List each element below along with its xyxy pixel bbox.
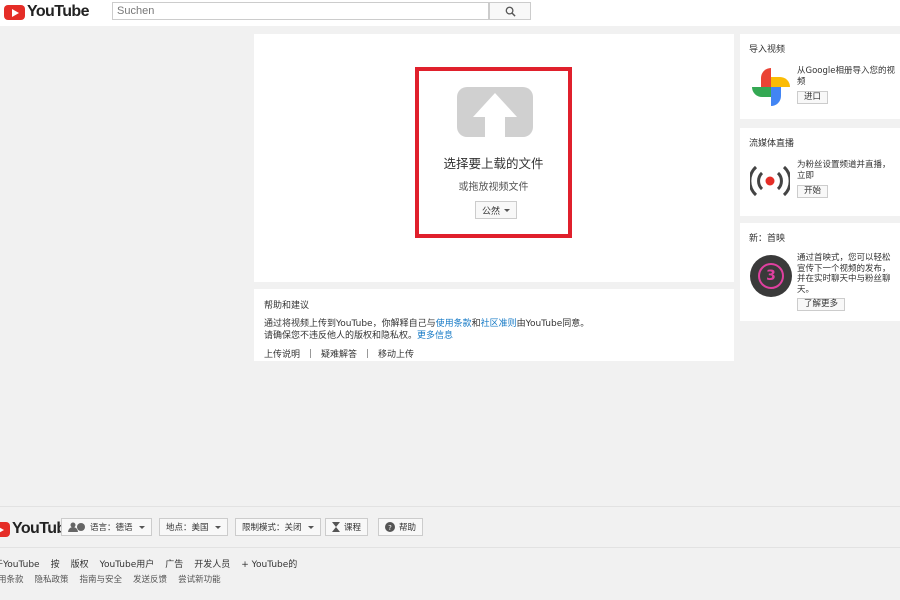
restricted-mode-button[interactable]: 限制模式：关闭: [235, 518, 321, 536]
footer-link[interactable]: 于YouTube: [0, 557, 40, 570]
upload-title: 选择要上载的文件: [443, 156, 544, 171]
help-button[interactable]: ? 帮助: [378, 518, 424, 536]
footer-secondary-links: 用条款 隐私政策 指南与安全 发送反馈 尝试新功能: [0, 573, 232, 585]
countdown-number: 3: [758, 263, 784, 289]
help-text-part: 请确保您不违反他人的版权和隐私权。: [264, 331, 418, 341]
help-text: 通过将视频上传到YouTube，你解释自己与使用条款和社区准则由YouTube同…: [264, 318, 724, 342]
live-broadcast-icon: [750, 165, 790, 197]
footer-link[interactable]: 按: [51, 557, 60, 570]
language-label: 语言：德语: [90, 523, 133, 533]
footer-link[interactable]: 开发人员: [194, 557, 230, 570]
upload-arrow-icon[interactable]: [457, 87, 533, 139]
live-streaming-card: 流媒体直播 为粉丝设置频道并直播，立即 开始: [740, 128, 900, 216]
footer-link[interactable]: 发送反馈: [133, 573, 167, 585]
footer-link[interactable]: + YouTube的: [241, 557, 297, 570]
troubleshooting-link[interactable]: 疑难解答: [321, 347, 357, 360]
hourglass-icon: [332, 522, 340, 532]
help-text-part: 和: [471, 319, 481, 329]
divider: [310, 349, 312, 358]
restricted-mode-label: 限制模式：关闭: [242, 523, 302, 533]
footer-link[interactable]: YouTube用户: [100, 557, 155, 570]
language-icon: [68, 522, 85, 532]
upload-instructions-link[interactable]: 上传说明: [264, 347, 300, 360]
help-title: 帮助和建议: [264, 301, 310, 311]
upload-dropzone[interactable]: 选择要上载的文件 或拖放视频文件 公然: [415, 67, 572, 238]
footer-link[interactable]: 指南与安全: [80, 573, 123, 585]
svg-text:?: ?: [388, 524, 392, 532]
upload-card: 选择要上载的文件 或拖放视频文件 公然: [254, 34, 734, 282]
terms-link[interactable]: 使用条款: [436, 319, 472, 329]
google-photos-icon: [752, 68, 790, 106]
search-icon: [505, 6, 516, 17]
guidelines-link[interactable]: 社区准则: [481, 319, 517, 329]
live-start-button[interactable]: 开始: [797, 185, 829, 198]
live-text: 为粉丝设置频道并直播，立即: [797, 160, 891, 181]
youtube-logo[interactable]: YouTube: [4, 3, 89, 21]
chevron-down-icon: [307, 525, 314, 529]
language-button[interactable]: 语言：德语: [61, 518, 152, 536]
premiere-countdown-icon: 3: [750, 255, 792, 297]
footer: YouTube 语言：德语 地点：美国 限制模式：关闭 课程 ? 帮助 YouT…: [0, 506, 900, 600]
premiere-title: 新：首映: [749, 234, 786, 244]
footer-controls: YouTube 语言：德语 地点：美国 限制模式：关闭 课程 ? 帮助: [0, 517, 900, 537]
privacy-label: 公然: [482, 206, 501, 217]
import-title: 导入视频: [749, 45, 786, 55]
import-videos-card: 导入视频 从Google相册导入您的视频 进口: [740, 34, 900, 119]
privacy-dropdown[interactable]: 公然: [475, 201, 518, 219]
logo-text: YouTube: [27, 3, 89, 20]
footer-divider: [0, 547, 900, 548]
learn-more-button[interactable]: 了解更多: [797, 298, 846, 311]
help-text-part: 由YouTube同意。: [516, 319, 590, 329]
mobile-upload-link[interactable]: 移动上传: [378, 347, 414, 360]
chevron-down-icon: [504, 208, 511, 212]
help-text-part: 通过将视频上传到YouTube，你解释自己与: [264, 319, 436, 329]
location-label: 地点：美国: [166, 523, 209, 533]
premiere-card: 新：首映 3 通过首映式，您可以轻松宣传下一个视频的发布，并在实时聊天中与粉丝聊…: [740, 223, 900, 321]
help-label: 帮助: [399, 523, 417, 533]
youtube-play-icon: [4, 4, 25, 20]
footer-primary-links: 于YouTube 按 版权 YouTube用户 广告 开发人员 + YouTub…: [0, 557, 308, 570]
more-info-link[interactable]: 更多信息: [417, 331, 453, 341]
location-button[interactable]: 地点：美国: [159, 518, 228, 536]
chevron-down-icon: [138, 525, 145, 529]
live-title: 流媒体直播: [749, 139, 795, 149]
history-button[interactable]: 课程: [325, 518, 369, 536]
help-links: 上传说明 疑难解答 移动上传: [264, 347, 724, 360]
help-icon: ?: [385, 522, 395, 532]
footer-link[interactable]: 隐私政策: [35, 573, 69, 585]
premiere-text: 通过首映式，您可以轻松宣传下一个视频的发布，并在实时聊天中与粉丝聊天。: [797, 253, 891, 295]
search-input[interactable]: [112, 2, 489, 20]
import-button[interactable]: 进口: [797, 91, 829, 104]
help-card: 帮助和建议 通过将视频上传到YouTube，你解释自己与使用条款和社区准则由Yo…: [254, 289, 734, 361]
divider: [367, 349, 369, 358]
masthead: YouTube: [0, 0, 900, 26]
import-text: 从Google相册导入您的视频: [797, 66, 895, 87]
chevron-down-icon: [214, 525, 221, 529]
footer-link[interactable]: 尝试新功能: [178, 573, 221, 585]
footer-link[interactable]: 广告: [165, 557, 183, 570]
upload-subtitle: 或拖放视频文件: [458, 182, 529, 193]
history-label: 课程: [344, 523, 362, 533]
search-button[interactable]: [489, 2, 531, 20]
footer-link[interactable]: 用条款: [0, 573, 24, 585]
footer-link[interactable]: 版权: [71, 557, 89, 570]
youtube-play-icon: [0, 521, 10, 537]
